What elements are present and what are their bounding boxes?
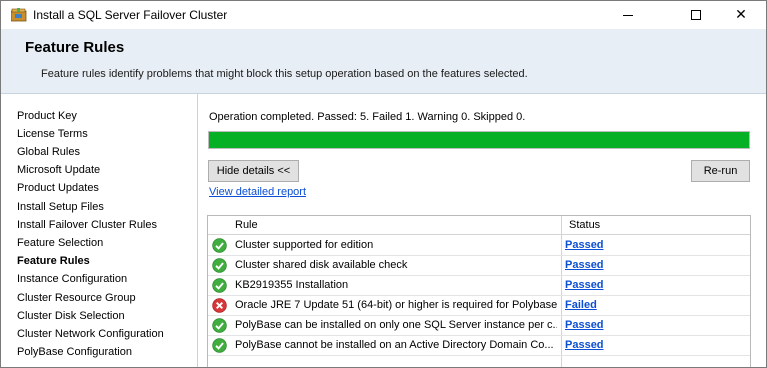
- success-check-icon: [212, 238, 227, 253]
- rule-name: PolyBase cannot be installed on an Activ…: [235, 339, 554, 351]
- nav-item-feature-selection[interactable]: Feature Selection: [17, 237, 103, 249]
- setup-steps-nav: Product Key License Terms Global Rules M…: [1, 94, 198, 367]
- hide-details-button[interactable]: Hide details <<: [208, 160, 299, 182]
- rerun-button[interactable]: Re-run: [691, 160, 750, 182]
- column-header-rule[interactable]: Rule: [235, 219, 258, 231]
- column-header-status[interactable]: Status: [569, 219, 600, 231]
- rule-name: PolyBase can be installed on only one SQ…: [235, 319, 557, 331]
- sql-setup-app-icon: [11, 8, 27, 22]
- setup-window: Install a SQL Server Failover Cluster ✕ …: [0, 0, 767, 368]
- maximize-icon: [691, 10, 701, 20]
- progress-bar: [208, 131, 750, 149]
- close-icon: ✕: [735, 7, 747, 23]
- rule-name: Cluster shared disk available check: [235, 259, 408, 271]
- nav-item-product-updates[interactable]: Product Updates: [17, 182, 99, 194]
- rule-status-link[interactable]: Passed: [565, 259, 604, 271]
- table-row[interactable]: KB2919355 Installation Passed: [208, 276, 750, 296]
- success-check-icon: [212, 338, 227, 353]
- minimize-button[interactable]: [605, 1, 651, 29]
- rule-status-link[interactable]: Passed: [565, 339, 604, 351]
- page-title: Feature Rules: [25, 39, 125, 56]
- error-x-icon: [212, 298, 227, 313]
- nav-item-cluster-network-configuration[interactable]: Cluster Network Configuration: [17, 328, 164, 340]
- table-row[interactable]: PolyBase can be installed on only one SQ…: [208, 316, 750, 336]
- rule-status-link[interactable]: Passed: [565, 319, 604, 331]
- nav-item-cluster-disk-selection[interactable]: Cluster Disk Selection: [17, 310, 125, 322]
- table-row[interactable]: Cluster supported for edition Passed: [208, 236, 750, 256]
- success-check-icon: [212, 318, 227, 333]
- nav-item-install-failover-cluster-rules[interactable]: Install Failover Cluster Rules: [17, 219, 157, 231]
- table-row[interactable]: Oracle JRE 7 Update 51 (64-bit) or highe…: [208, 296, 750, 316]
- page-header: Feature Rules Feature rules identify pro…: [1, 29, 766, 94]
- rule-name: KB2919355 Installation: [235, 279, 349, 291]
- nav-item-license-terms[interactable]: License Terms: [17, 128, 88, 140]
- maximize-button[interactable]: [673, 1, 719, 29]
- rule-name: Cluster supported for edition: [235, 239, 374, 251]
- page-description: Feature rules identify problems that mig…: [41, 68, 528, 80]
- table-header: Rule Status: [208, 216, 750, 235]
- nav-item-instance-configuration[interactable]: Instance Configuration: [17, 273, 127, 285]
- nav-item-cluster-resource-group[interactable]: Cluster Resource Group: [17, 292, 136, 304]
- nav-item-feature-rules[interactable]: Feature Rules: [17, 255, 90, 267]
- close-button[interactable]: ✕: [718, 1, 764, 29]
- operation-status-text: Operation completed. Passed: 5. Failed 1…: [209, 111, 526, 123]
- rule-status-link[interactable]: Passed: [565, 279, 604, 291]
- success-check-icon: [212, 258, 227, 273]
- window-title: Install a SQL Server Failover Cluster: [33, 8, 228, 22]
- minimize-icon: [623, 14, 633, 16]
- rule-name: Oracle JRE 7 Update 51 (64-bit) or highe…: [235, 299, 557, 311]
- nav-item-polybase-configuration[interactable]: PolyBase Configuration: [17, 346, 132, 358]
- rule-status-link[interactable]: Passed: [565, 239, 604, 251]
- table-row[interactable]: Cluster shared disk available check Pass…: [208, 256, 750, 276]
- success-check-icon: [212, 278, 227, 293]
- rules-table: Rule Status Cluster supported for editio…: [207, 215, 751, 367]
- progress-bar-fill: [209, 132, 749, 148]
- nav-item-global-rules[interactable]: Global Rules: [17, 146, 80, 158]
- table-row[interactable]: PolyBase cannot be installed on an Activ…: [208, 336, 750, 356]
- nav-item-install-setup-files[interactable]: Install Setup Files: [17, 201, 104, 213]
- nav-item-microsoft-update[interactable]: Microsoft Update: [17, 164, 100, 176]
- rule-status-link[interactable]: Failed: [565, 299, 597, 311]
- title-bar[interactable]: Install a SQL Server Failover Cluster ✕: [1, 1, 766, 29]
- nav-item-product-key[interactable]: Product Key: [17, 110, 77, 122]
- view-detailed-report-link[interactable]: View detailed report: [209, 186, 306, 198]
